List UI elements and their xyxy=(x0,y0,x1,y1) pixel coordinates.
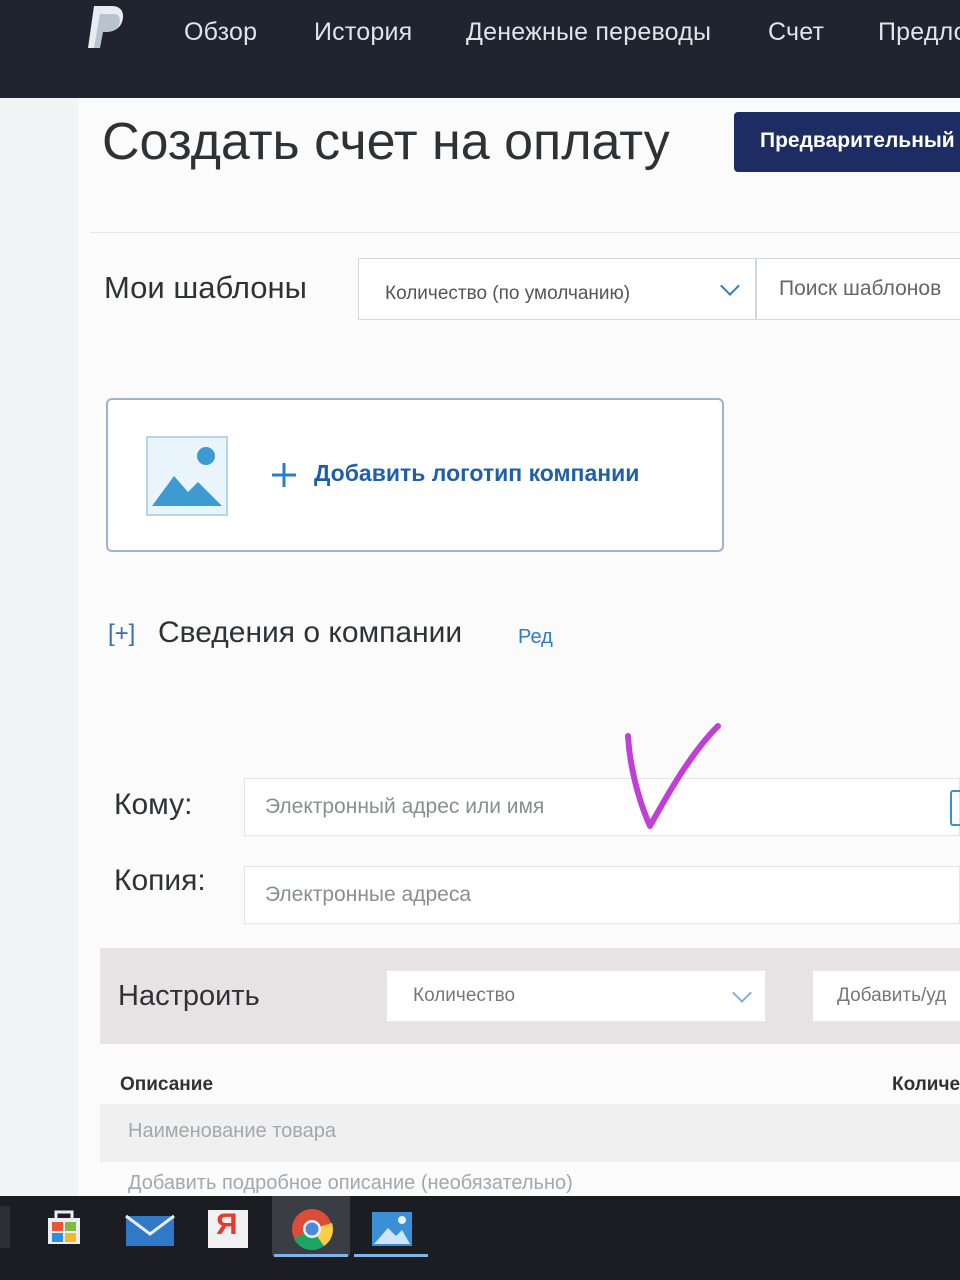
customize-label: Настроить xyxy=(118,980,260,1012)
templates-search-input[interactable]: Поиск шаблонов xyxy=(756,258,960,320)
add-logo-link[interactable]: Добавить логотип компании xyxy=(314,460,639,487)
add-remove-columns-button[interactable]: Добавить/уд xyxy=(812,970,960,1022)
nav-overview[interactable]: Обзор xyxy=(184,18,257,47)
nav-offers[interactable]: Предло xyxy=(878,18,960,47)
cc-input[interactable]: Электронные адреса xyxy=(244,866,960,924)
column-description: Описание xyxy=(120,1074,214,1095)
preview-button[interactable]: Предварительный xyxy=(734,112,960,172)
item-description-input[interactable]: Добавить подробное описание (необязатель… xyxy=(128,1172,573,1195)
chevron-down-icon xyxy=(720,276,740,296)
to-label: Кому: xyxy=(114,788,193,821)
nav-money-transfers[interactable]: Денежные переводы xyxy=(466,18,711,47)
to-input-placeholder: Электронный адрес или имя xyxy=(265,795,545,818)
templates-label: Мои шаблоны xyxy=(104,270,307,305)
nav-invoice[interactable]: Счет xyxy=(768,18,824,47)
image-placeholder-icon xyxy=(146,436,228,516)
divider xyxy=(90,232,960,233)
company-expand-toggle[interactable]: [+] xyxy=(108,620,135,648)
nav-history[interactable]: История xyxy=(314,18,412,47)
customize-select[interactable]: Количество xyxy=(386,970,766,1022)
templates-select-value: Количество (по умолчанию) xyxy=(385,283,631,304)
photos-active-indicator xyxy=(354,1254,428,1257)
item-name-input[interactable]: Наименование товара xyxy=(128,1120,336,1143)
customize-select-value: Количество xyxy=(413,985,516,1006)
plus-icon[interactable] xyxy=(270,461,298,489)
taskbar-edge xyxy=(0,1206,10,1248)
column-quantity: Количе xyxy=(892,1074,960,1095)
top-navigation xyxy=(0,0,960,98)
chrome-icon[interactable] xyxy=(280,1200,344,1258)
add-remove-label: Добавить/уд xyxy=(837,985,947,1006)
store-icon[interactable] xyxy=(32,1200,96,1258)
cc-input-placeholder: Электронные адреса xyxy=(265,883,472,906)
company-edit-link[interactable]: Ред xyxy=(518,626,553,649)
contacts-button[interactable] xyxy=(950,790,960,826)
mail-icon[interactable] xyxy=(118,1200,182,1258)
chevron-down-icon xyxy=(732,983,752,1003)
cc-label: Копия: xyxy=(114,864,206,897)
photos-icon[interactable] xyxy=(360,1200,424,1258)
paypal-logo-icon[interactable] xyxy=(84,2,128,52)
templates-search-placeholder: Поиск шаблонов xyxy=(779,277,942,300)
templates-select[interactable]: Количество (по умолчанию) xyxy=(358,258,756,320)
page-title: Создать счет на оплату xyxy=(102,113,670,171)
company-info-title: Сведения о компании xyxy=(158,616,463,649)
yandex-letter: Я xyxy=(216,1208,238,1241)
checkmark-annotation-icon xyxy=(625,723,721,829)
chrome-active-indicator xyxy=(274,1254,348,1257)
